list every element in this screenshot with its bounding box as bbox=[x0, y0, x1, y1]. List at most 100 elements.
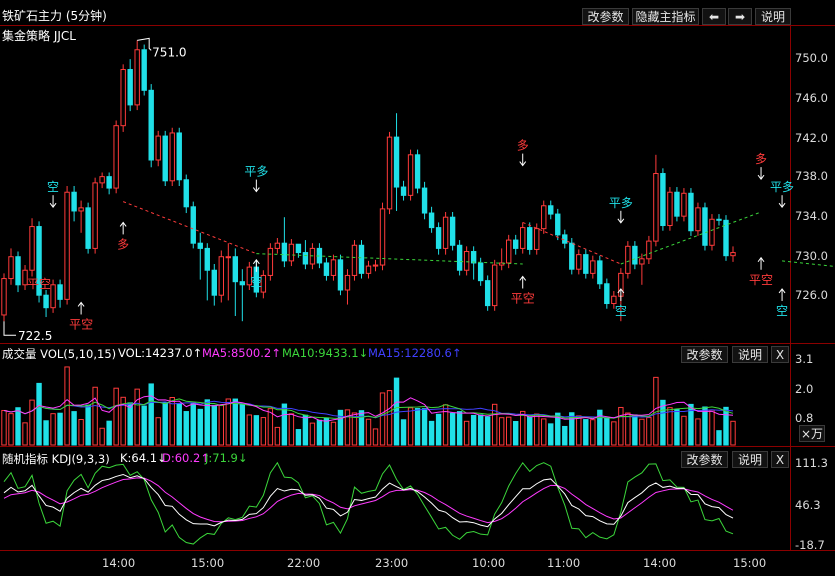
volume-bar bbox=[639, 418, 645, 446]
candle-body bbox=[730, 252, 736, 257]
kdj-j-line bbox=[3, 461, 734, 545]
candle-body bbox=[295, 243, 302, 254]
volume-bar bbox=[106, 420, 112, 446]
signal-label: 空 bbox=[250, 275, 262, 289]
candle-body bbox=[400, 186, 407, 196]
candle-body bbox=[232, 256, 239, 283]
volume-bar bbox=[43, 420, 49, 446]
volume-bar bbox=[470, 414, 477, 446]
volume-bar bbox=[22, 422, 28, 446]
volume-bar bbox=[695, 418, 701, 446]
candle-body bbox=[379, 208, 386, 266]
chart-canvas: 751.0722.5空多平多空多平多空平空多平多平空空平空多平空平空 bbox=[1, 37, 835, 545]
volume-bar bbox=[260, 417, 267, 446]
volume-bar bbox=[435, 413, 442, 446]
candle-body bbox=[597, 260, 603, 285]
volume-bar bbox=[400, 419, 407, 446]
volume-bar bbox=[148, 383, 154, 446]
candle-body bbox=[85, 207, 91, 249]
volume-bar bbox=[239, 404, 246, 446]
volume-bar bbox=[218, 404, 224, 446]
volume-bar bbox=[78, 419, 84, 446]
volume-bar bbox=[709, 409, 715, 446]
candle-body bbox=[569, 242, 575, 270]
volume-bar bbox=[660, 399, 666, 446]
candle-body bbox=[520, 227, 526, 249]
volume-bar bbox=[667, 407, 673, 446]
volume-bar bbox=[316, 419, 323, 446]
volume-bar bbox=[162, 402, 168, 446]
volume-bar bbox=[463, 420, 470, 446]
candle-body bbox=[484, 280, 491, 307]
candle-body bbox=[667, 191, 673, 227]
volume-bar bbox=[295, 429, 302, 446]
hold-trend-line bbox=[782, 260, 835, 267]
volume-bar bbox=[484, 416, 491, 446]
volume-bar bbox=[477, 414, 484, 446]
sell-trend-line bbox=[122, 201, 257, 255]
volume-bar bbox=[505, 416, 512, 446]
signal-label: 平多 bbox=[244, 165, 268, 179]
volume-bar bbox=[590, 419, 596, 446]
volume-bar bbox=[71, 411, 77, 446]
candle-body bbox=[78, 207, 84, 212]
volume-bar bbox=[562, 425, 568, 446]
candle-body bbox=[365, 265, 372, 274]
candle-body bbox=[169, 132, 175, 182]
candle-body bbox=[274, 242, 281, 249]
candle-body bbox=[534, 228, 540, 250]
volume-bar bbox=[253, 415, 260, 446]
volume-bar bbox=[204, 399, 210, 446]
candle-body bbox=[288, 243, 295, 262]
candle-body bbox=[456, 244, 463, 271]
candle-body bbox=[71, 191, 77, 212]
volume-bar bbox=[520, 410, 526, 446]
candle-body bbox=[548, 205, 554, 215]
volume-bar bbox=[702, 406, 708, 446]
volume-bar bbox=[618, 406, 624, 446]
candle-body bbox=[302, 252, 309, 265]
candle-body bbox=[576, 254, 582, 270]
signal-label: 平空 bbox=[27, 277, 51, 291]
signal-label: 平多 bbox=[609, 196, 633, 210]
candle-body bbox=[632, 245, 638, 265]
volume-bar bbox=[421, 408, 428, 446]
volume-bar bbox=[379, 392, 386, 446]
volume-bar bbox=[576, 415, 582, 446]
candle-body bbox=[470, 251, 477, 264]
volume-bar bbox=[583, 419, 589, 446]
candle-body bbox=[646, 240, 652, 260]
candle-body bbox=[183, 179, 189, 208]
volume-bar bbox=[232, 398, 239, 446]
candle-body bbox=[491, 264, 498, 307]
candle-body bbox=[155, 135, 161, 161]
volume-bar bbox=[183, 411, 189, 446]
candle-body bbox=[197, 242, 203, 249]
candle-body bbox=[50, 284, 56, 309]
candle-body bbox=[674, 191, 680, 217]
candle-body bbox=[716, 218, 722, 221]
volume-ma5-line bbox=[3, 395, 734, 422]
hold-trend-line bbox=[256, 253, 523, 265]
volume-bar bbox=[632, 414, 638, 446]
signal-label: 平空 bbox=[69, 317, 93, 331]
signal-label: 多 bbox=[117, 237, 129, 251]
candle-body bbox=[120, 69, 126, 127]
candle-body bbox=[653, 173, 659, 242]
volume-bar bbox=[1, 409, 7, 446]
volume-bar bbox=[190, 402, 196, 446]
volume-bar bbox=[548, 423, 554, 446]
candle-body bbox=[351, 244, 358, 276]
volume-bar bbox=[57, 412, 63, 446]
candle-body bbox=[239, 281, 246, 286]
signal-label: 多 bbox=[517, 139, 529, 153]
candle-body bbox=[99, 176, 105, 184]
candle-body bbox=[555, 213, 561, 236]
candle-body bbox=[639, 258, 645, 265]
volume-bar bbox=[337, 409, 344, 446]
candle-body bbox=[92, 182, 98, 249]
candle-body bbox=[337, 259, 344, 291]
volume-bar bbox=[85, 404, 91, 446]
candle-body bbox=[541, 205, 547, 230]
candle-body bbox=[386, 136, 393, 210]
